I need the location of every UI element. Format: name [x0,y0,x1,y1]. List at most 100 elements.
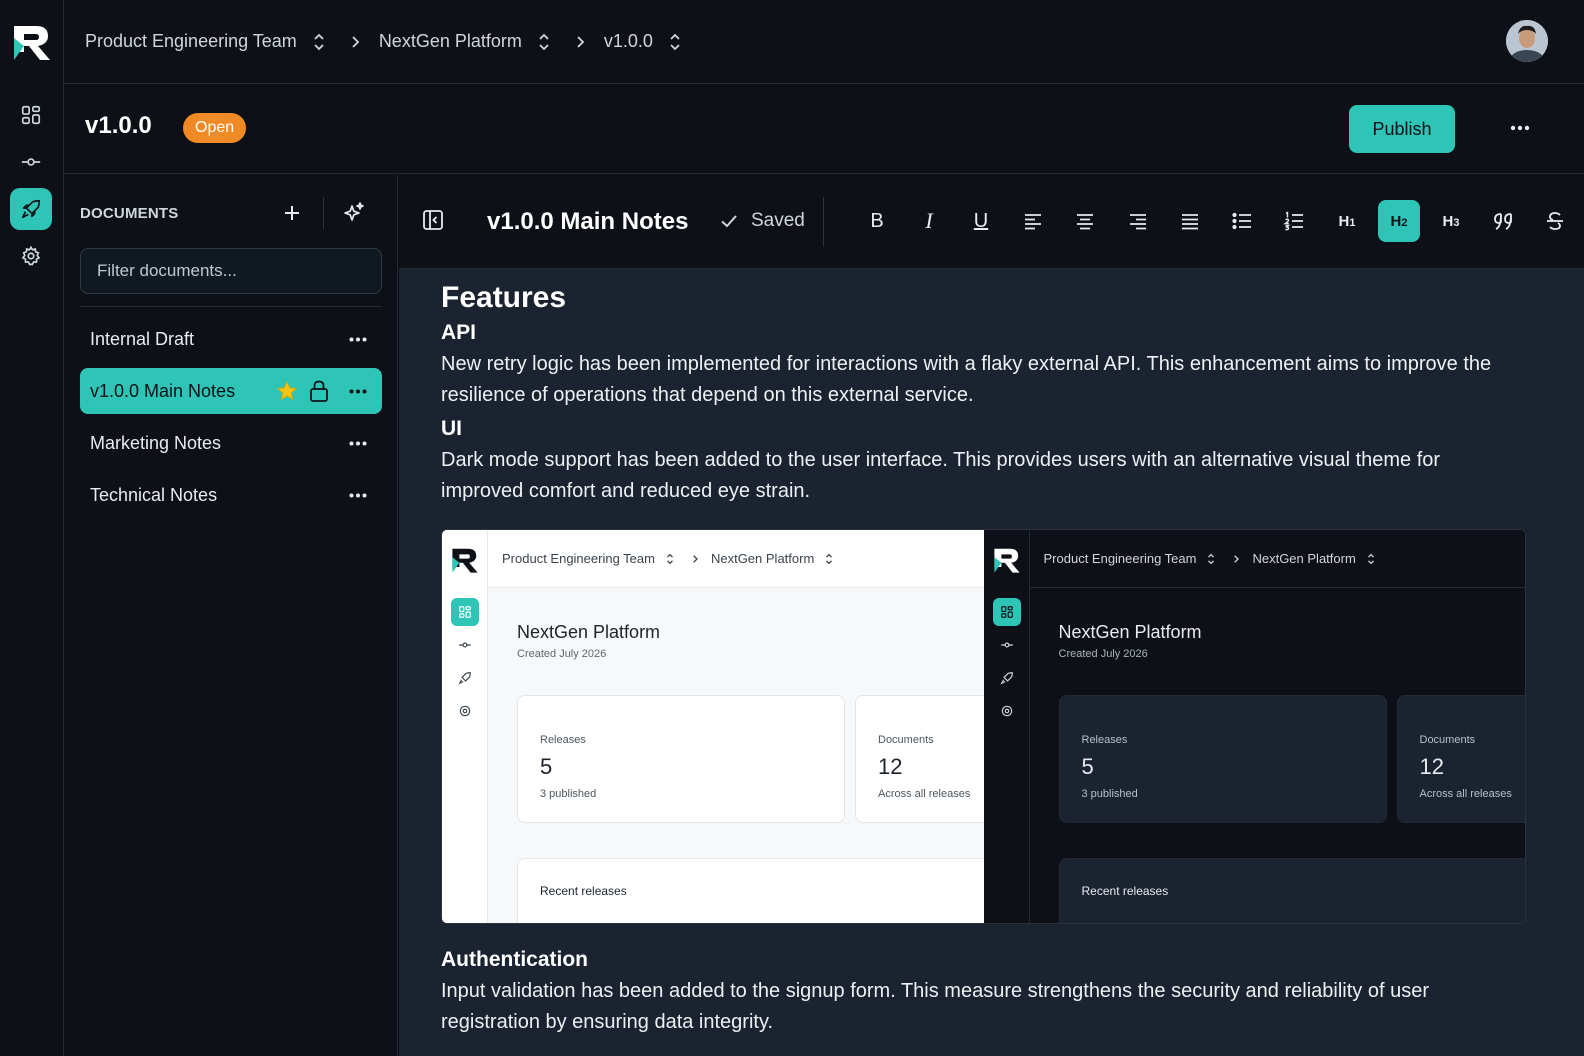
chevron-up-down-icon [670,33,680,50]
rail-dashboard-button[interactable] [10,94,52,136]
documents-note: Across all releases [878,788,971,800]
embedded-screenshot[interactable]: Product Engineering Team NextGen Platfor… [441,529,1526,924]
releases-label: Releases [540,734,586,746]
grid-icon [21,105,41,125]
align-right-icon [1130,214,1146,230]
editor: v1.0.0 Main Notes Saved B I U H1 H2 H3 F… [399,175,1584,1056]
releases-note: 3 published [1081,788,1138,800]
ai-generate-button[interactable] [340,199,368,227]
screenshot-rail [442,530,488,923]
document-options-button[interactable] [344,377,372,405]
sparkles-icon [344,202,364,221]
document-item-marketing-notes[interactable]: Marketing Notes [80,420,382,466]
heading-1-button[interactable]: H1 [1326,200,1368,242]
save-status-label: Saved [751,210,805,231]
status-badge: Open [183,113,247,143]
bold-button[interactable]: B [856,200,898,242]
heading-api: API [441,321,477,344]
document-options-button[interactable] [344,481,372,509]
rail-commits-button[interactable] [10,141,52,183]
chevron-up-down-icon [1367,553,1374,564]
add-document-button[interactable] [278,199,306,227]
align-right-button[interactable] [1117,200,1159,242]
strikethrough-button[interactable] [1534,200,1576,242]
documents-title: DOCUMENTS [80,205,179,222]
screenshot-dark-mode: Product Engineering Team NextGen Platfor… [983,530,1525,923]
chevron-up-down-icon [667,553,673,564]
lock-icon[interactable] [308,379,330,403]
screenshot-subtitle: Created July 2026 [517,648,607,660]
breadcrumb-team[interactable]: Product Engineering Team [85,31,327,52]
more-horizontal-icon [349,493,367,497]
star-icon[interactable] [276,380,298,402]
heading-3-button[interactable]: H3 [1430,200,1472,242]
commit-icon [21,158,41,166]
screenshot-nav-commits [451,631,479,659]
document-item-main-notes[interactable]: v1.0.0 Main Notes [80,368,382,414]
breadcrumb-release-label: v1.0.0 [603,31,653,51]
rocket-icon [21,199,41,219]
documents-label: Documents [1419,734,1476,746]
align-justify-icon [1182,214,1198,230]
italic-button[interactable]: I [908,200,950,242]
bold-icon: B [870,209,884,232]
document-item-internal-draft[interactable]: Internal Draft [80,316,382,362]
chevron-up-down-icon [314,33,324,50]
publish-button[interactable]: Publish [1349,105,1455,153]
top-bar: Product Engineering Team NextGen Platfor… [64,0,1584,84]
chevron-right-icon [352,35,360,48]
align-justify-button[interactable] [1169,200,1211,242]
app-logo-icon[interactable] [12,22,52,62]
more-options-button[interactable] [1504,114,1536,142]
chevron-up-down-icon [1208,553,1215,564]
screenshot-nav-releases [993,664,1021,692]
document-options-button[interactable] [344,429,372,457]
sidebar-collapse-icon[interactable] [421,208,445,232]
more-horizontal-icon [1510,125,1530,131]
bullet-list-icon [1232,212,1251,230]
screenshot-nav-commits [993,631,1021,659]
italic-icon: I [925,208,933,233]
user-avatar[interactable] [1506,20,1548,62]
rail-releases-button[interactable] [10,188,52,230]
rocket-icon [999,672,1013,685]
paragraph-authentication: Input validation has been added to the s… [441,980,1429,1033]
document-title[interactable]: v1.0.0 Main Notes [487,208,688,236]
document-item-technical-notes[interactable]: Technical Notes [80,472,382,518]
heading-features: Features [441,281,567,314]
plus-icon [285,206,299,220]
breadcrumb-project[interactable]: NextGen Platform [379,31,552,52]
align-left-button[interactable] [1012,200,1054,242]
documents-panel: DOCUMENTS Internal Draft v1.0.0 Main Not… [64,175,398,1056]
breadcrumb-release[interactable]: v1.0.0 [604,31,683,52]
documents-label: Documents [878,734,934,746]
breadcrumb-project-label: NextGen Platform [378,31,522,51]
rail-settings-button[interactable] [10,235,52,277]
numbered-list-button[interactable] [1273,200,1315,242]
blockquote-button[interactable] [1482,200,1524,242]
releases-value: 5 [1081,754,1094,779]
bullet-list-button[interactable] [1221,200,1263,242]
documents-value: 12 [878,754,903,779]
heading-2-button[interactable]: H2 [1378,200,1420,242]
grid-icon [459,606,471,618]
document-item-label: Technical Notes [90,484,218,505]
more-horizontal-icon [349,441,367,445]
align-center-icon [1077,214,1093,230]
recent-releases-label: Recent releases [1081,884,1169,898]
underline-button[interactable]: U [960,200,1002,242]
chevron-up-down-icon [826,553,833,564]
release-version: v1.0.0 [85,112,152,139]
document-options-button[interactable] [344,325,372,353]
screenshot-nav-releases [451,664,479,692]
screenshot-rail [983,530,1030,923]
documents-note: Across all releases [1419,788,1512,800]
editor-content[interactable]: Features API New retry logic has been im… [441,275,1541,1038]
document-item-label: Internal Draft [90,328,195,349]
filter-documents-input[interactable] [80,248,382,294]
screenshot-breadcrumb-project: NextGen Platform [710,551,815,566]
screenshot-nav-settings [451,697,479,725]
releases-card: Releases 5 3 published [1058,695,1387,823]
align-center-button[interactable] [1064,200,1106,242]
paragraph-api: New retry logic has been implemented for… [441,353,1492,406]
